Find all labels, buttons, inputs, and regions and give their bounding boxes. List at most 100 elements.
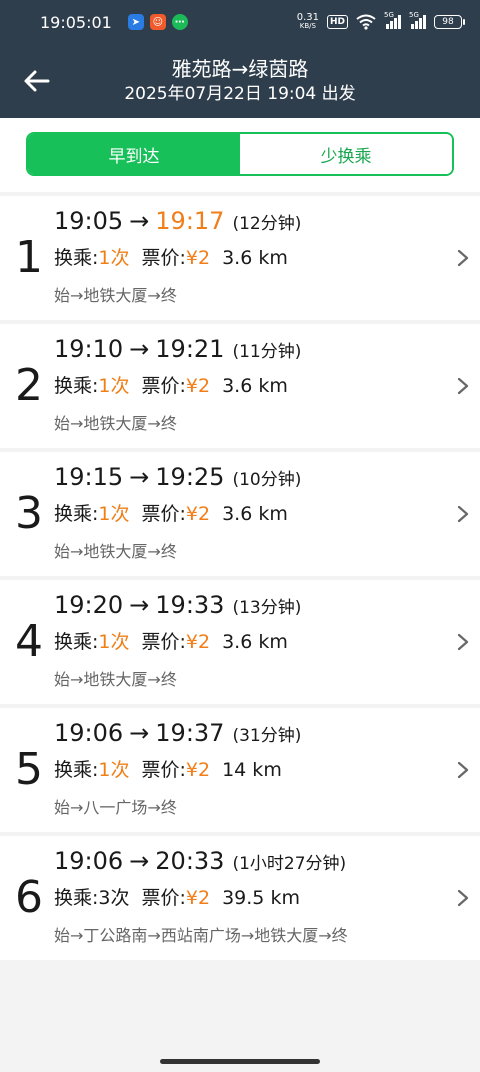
signal-1-label: 5G xyxy=(384,11,394,19)
distance: 3.6 km xyxy=(222,503,288,525)
duration: (31分钟) xyxy=(232,726,302,746)
fare-label: 票价: xyxy=(141,375,186,397)
tab-fewest-transfers[interactable]: 少换乘 xyxy=(240,134,452,174)
signal-icon-1: 5G xyxy=(384,11,401,29)
route-title: 雅苑路→绿茵路 xyxy=(171,57,309,81)
route-index: 1 xyxy=(15,232,43,283)
arrive-time: 19:21 xyxy=(155,335,225,363)
chevron-right-icon xyxy=(457,633,469,651)
duration: (13分钟) xyxy=(232,598,302,618)
route-item-1[interactable]: 1 19:05 → 19:17 (12分钟) 换乘:1次 票价:¥2 3.6 km 始→地… xyxy=(0,196,480,320)
route-index: 3 xyxy=(15,488,43,539)
route-list: 1 19:05 → 19:17 (12分钟) 换乘:1次 票价:¥2 3.6 km 始→地… xyxy=(0,196,480,960)
duration: (10分钟) xyxy=(232,470,302,490)
route-item-2[interactable]: 2 19:10 → 19:21 (11分钟) 换乘:1次 票价:¥2 3.6 km 始→地… xyxy=(0,324,480,448)
arrow: → xyxy=(129,207,150,235)
depart-time: 19:20 xyxy=(54,591,124,619)
chevron-right-icon xyxy=(457,761,469,779)
arrive-time: 20:33 xyxy=(155,847,225,875)
app-notification-icon-orange: ☺ xyxy=(149,14,166,30)
distance: 14 km xyxy=(222,759,282,781)
route-times: 19:10 → 19:21 (11分钟) xyxy=(54,332,301,369)
fare-label: 票价: xyxy=(141,631,186,653)
battery-icon: 98 xyxy=(434,15,465,29)
distance: 3.6 km xyxy=(222,247,288,269)
route-details: 换乘:1次 票价:¥2 14 km xyxy=(54,756,282,784)
arrive-time: 19:25 xyxy=(155,463,225,491)
duration: (12分钟) xyxy=(232,214,302,234)
route-item-3[interactable]: 3 19:15 → 19:25 (10分钟) 换乘:1次 票价:¥2 3.6 km 始→地… xyxy=(0,452,480,576)
depart-time: 19:05 xyxy=(54,207,124,235)
transfer-label: 换乘: xyxy=(54,375,99,397)
fare-value: ¥2 xyxy=(185,247,211,269)
arrow: → xyxy=(129,719,150,747)
transfer-count: 1次 xyxy=(98,247,130,269)
depart-time: 19:06 xyxy=(54,847,124,875)
transfer-label: 换乘: xyxy=(54,759,99,781)
notification-icons: ➤ ☺ ⋯ xyxy=(127,14,188,30)
sort-tabs: 早到达 少换乘 xyxy=(26,132,454,176)
distance: 39.5 km xyxy=(222,887,300,909)
route-path: 始→地铁大厦→终 xyxy=(54,286,177,305)
depart-time: 19:10 xyxy=(54,335,124,363)
route-path: 始→地铁大厦→终 xyxy=(54,670,177,689)
battery-level: 98 xyxy=(442,17,454,27)
fare-value: ¥2 xyxy=(185,503,211,525)
duration: (1小时27分钟) xyxy=(232,854,347,874)
route-path: 始→丁公路南→西站南广场→地铁大厦→终 xyxy=(54,926,348,945)
transfer-label: 换乘: xyxy=(54,503,99,525)
arrow: → xyxy=(129,335,150,363)
route-index: 5 xyxy=(15,744,43,795)
distance: 3.6 km xyxy=(222,631,288,653)
chevron-right-icon xyxy=(457,249,469,267)
route-details: 换乘:1次 票价:¥2 3.6 km xyxy=(54,628,288,656)
departure-time: 2025年07月22日 19:04 出发 xyxy=(124,84,356,104)
app-header: 雅苑路→绿茵路 2025年07月22日 19:04 出发 xyxy=(0,44,480,118)
transfer-count: 1次 xyxy=(98,503,130,525)
transfer-label: 换乘: xyxy=(54,887,99,909)
route-path: 始→地铁大厦→终 xyxy=(54,414,177,433)
fare-label: 票价: xyxy=(141,503,186,525)
fare-label: 票价: xyxy=(141,759,186,781)
network-speed: 0.31 KB/S xyxy=(297,13,319,31)
net-speed-unit: KB/S xyxy=(299,22,316,30)
tab-earliest-arrival[interactable]: 早到达 xyxy=(28,134,240,174)
route-times: 19:05 → 19:17 (12分钟) xyxy=(54,204,301,241)
route-times: 19:06 → 20:33 (1小时27分钟) xyxy=(54,844,346,881)
fare-value: ¥2 xyxy=(185,887,211,909)
chevron-right-icon xyxy=(457,505,469,523)
route-item-6[interactable]: 6 19:06 → 20:33 (1小时27分钟) 换乘:3次 票价:¥2 39.5 km… xyxy=(0,836,480,960)
back-arrow-icon[interactable] xyxy=(22,66,52,96)
route-item-4[interactable]: 4 19:20 → 19:33 (13分钟) 换乘:1次 票价:¥2 3.6 km 始→地… xyxy=(0,580,480,704)
home-gesture-bar[interactable] xyxy=(160,1059,320,1064)
hd-voice-icon: HD xyxy=(326,15,348,29)
route-item-5[interactable]: 5 19:06 → 19:37 (31分钟) 换乘:1次 票价:¥2 14 km 始→八一… xyxy=(0,708,480,832)
arrive-time: 19:37 xyxy=(155,719,225,747)
chat-notification-icon: ⋯ xyxy=(171,14,188,30)
arrow: → xyxy=(129,847,150,875)
transfer-label: 换乘: xyxy=(54,631,99,653)
fare-label: 票价: xyxy=(141,247,186,269)
signal-2-label: 5G xyxy=(409,11,419,19)
app-notification-icon-blue: ➤ xyxy=(127,14,144,30)
status-time: 19:05:01 xyxy=(40,12,112,32)
transfer-label: 换乘: xyxy=(54,247,99,269)
arrive-time: 19:33 xyxy=(155,591,225,619)
fare-label: 票价: xyxy=(141,887,186,909)
net-speed-value: 0.31 xyxy=(296,12,319,23)
route-path: 始→地铁大厦→终 xyxy=(54,542,177,561)
status-right: 0.31 KB/S HD 5G 5G 98 xyxy=(297,11,465,31)
transfer-count: 1次 xyxy=(98,375,130,397)
depart-time: 19:06 xyxy=(54,719,124,747)
transfer-count: 1次 xyxy=(98,631,130,653)
arrow: → xyxy=(129,463,150,491)
depart-time: 19:15 xyxy=(54,463,124,491)
duration: (11分钟) xyxy=(232,342,302,362)
fare-value: ¥2 xyxy=(185,375,211,397)
transfer-count: 1次 xyxy=(98,759,130,781)
transfer-count: 3次 xyxy=(98,887,130,909)
signal-icon-2: 5G xyxy=(409,11,426,29)
sort-tabs-container: 早到达 少换乘 xyxy=(0,118,480,192)
wifi-icon xyxy=(356,14,376,30)
chevron-right-icon xyxy=(457,377,469,395)
